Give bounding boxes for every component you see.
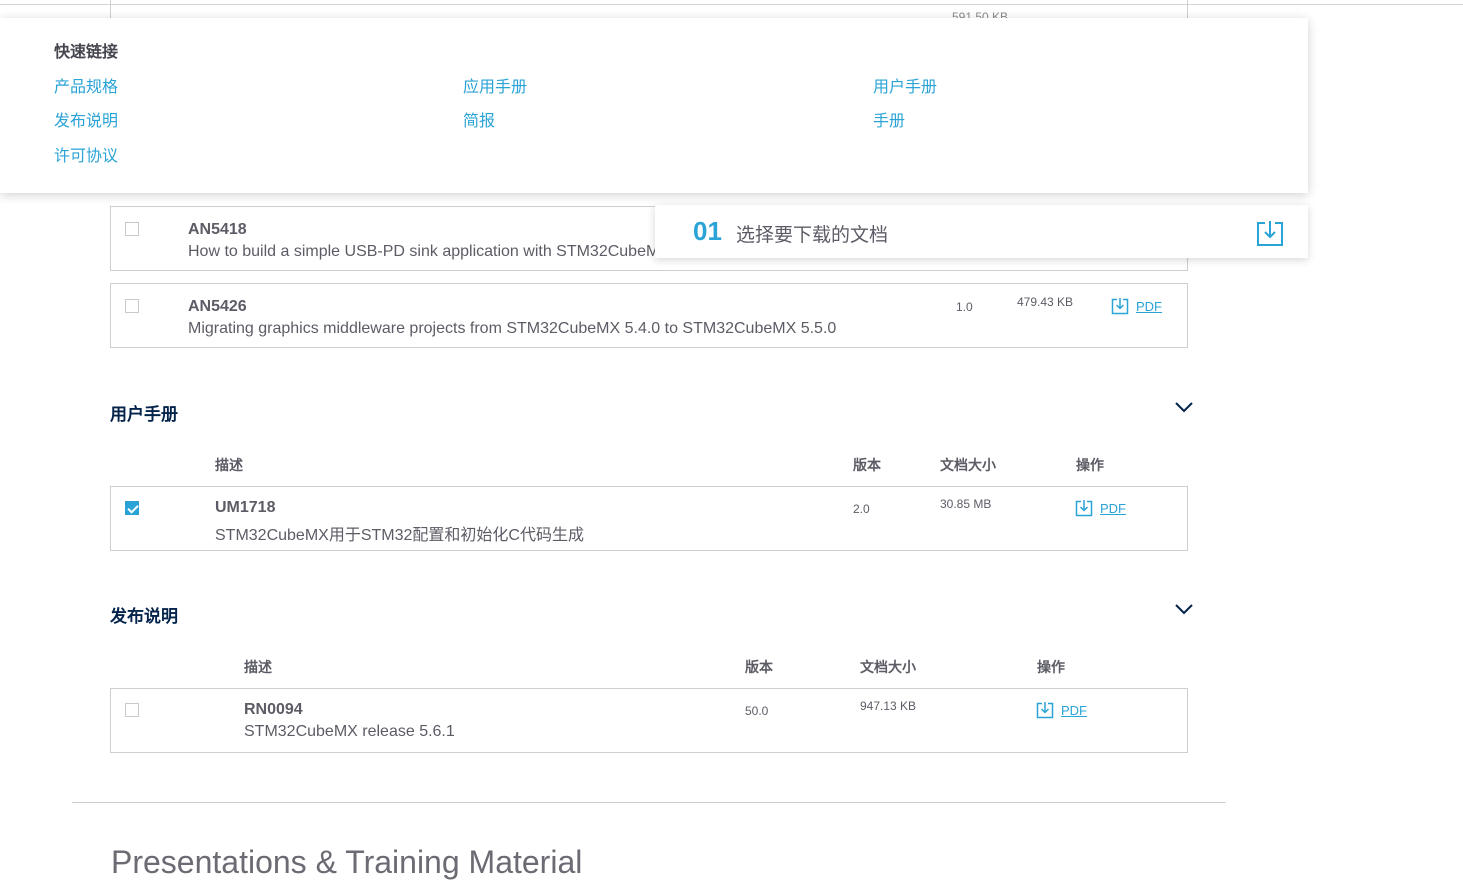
row-checkbox[interactable] (125, 299, 139, 313)
doc-description: How to build a simple USB-PD sink applic… (188, 243, 670, 260)
doc-description: STM32CubeMX用于STM32配置和初始化C代码生成 (215, 527, 584, 544)
section-title-user-manuals: 用户手册 (110, 405, 178, 424)
presentations-heading: Presentations & Training Material (111, 844, 583, 880)
doc-size: 947.13 KB (860, 699, 917, 713)
download-step-box: 01 选择要下载的文档 (655, 205, 1308, 258)
row-checkbox[interactable] (125, 703, 139, 717)
table-row-an5426: AN5426 Migrating graphics middleware pro… (110, 283, 1188, 348)
pdf-download-link[interactable]: PDF (1036, 701, 1087, 719)
doc-code: UM1718 (215, 499, 276, 516)
doc-code: RN0094 (244, 701, 303, 718)
download-icon[interactable] (1256, 219, 1284, 247)
column-header-version: 版本 (853, 457, 881, 473)
column-header-description: 描述 (215, 457, 243, 473)
column-header-version: 版本 (745, 659, 773, 675)
chevron-down-icon[interactable] (1174, 401, 1194, 413)
row-checkbox[interactable] (125, 222, 139, 236)
quick-link-brochures[interactable]: 手册 (873, 107, 905, 131)
step-instruction: 选择要下载的文档 (736, 225, 889, 246)
background-row-edge (110, 0, 1188, 18)
doc-description: Migrating graphics middleware projects f… (188, 320, 837, 337)
quick-link-user-manuals[interactable]: 用户手册 (873, 73, 937, 97)
quick-link-release-notes[interactable]: 发布说明 (54, 107, 118, 131)
table-row-um1718: UM1718 STM32CubeMX用于STM32配置和初始化C代码生成 2.0… (110, 486, 1188, 551)
quick-link-license[interactable]: 许可协议 (54, 142, 118, 166)
step-number: 01 (693, 216, 722, 246)
column-header-action: 操作 (1076, 457, 1104, 473)
quick-links-panel: 快速链接 产品规格 应用手册 用户手册 发布说明 简报 手册 许可协议 (0, 18, 1308, 193)
download-icon (1075, 500, 1093, 517)
quick-link-presentations[interactable]: 简报 (463, 107, 495, 131)
row-checkbox-checked[interactable] (125, 501, 139, 515)
table-row-rn0094: RN0094 STM32CubeMX release 5.6.1 50.0 94… (110, 688, 1188, 753)
download-icon (1111, 298, 1129, 315)
quick-link-product-specs[interactable]: 产品规格 (54, 73, 118, 97)
download-icon (1036, 702, 1054, 719)
doc-version: 50.0 (745, 704, 769, 718)
doc-code: AN5426 (188, 298, 247, 315)
doc-size: 30.85 MB (940, 497, 992, 511)
section-title-release-notes: 发布说明 (110, 607, 178, 626)
column-header-action: 操作 (1037, 659, 1065, 675)
pdf-label: PDF (1100, 500, 1126, 516)
column-header-size: 文档大小 (940, 457, 996, 473)
doc-size: 479.43 KB (1017, 295, 1074, 309)
pdf-download-link[interactable]: PDF (1111, 297, 1162, 315)
quick-link-app-notes[interactable]: 应用手册 (463, 73, 527, 97)
column-header-description: 描述 (244, 659, 272, 675)
doc-code: AN5418 (188, 221, 247, 238)
pdf-download-link[interactable]: PDF (1075, 499, 1126, 517)
section-divider (72, 802, 1226, 803)
pdf-label: PDF (1061, 702, 1087, 718)
doc-description: STM32CubeMX release 5.6.1 (244, 723, 455, 740)
doc-version: 2.0 (853, 502, 870, 516)
chevron-down-icon[interactable] (1174, 603, 1194, 615)
column-header-size: 文档大小 (860, 659, 916, 675)
background-row-size: 591.50 KB (952, 10, 1009, 18)
doc-version: 1.0 (956, 300, 973, 314)
quick-links-title: 快速链接 (54, 44, 119, 61)
pdf-label: PDF (1136, 298, 1162, 314)
